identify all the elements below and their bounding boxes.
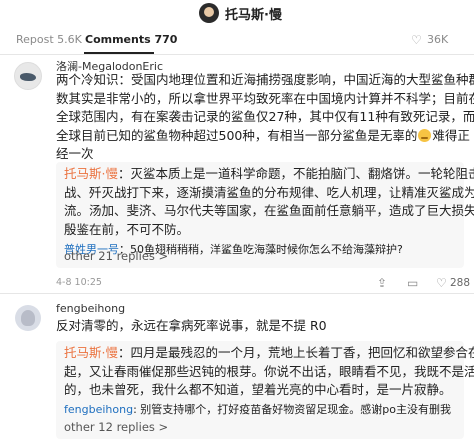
comment-username[interactable]: fengbeihong [56, 302, 125, 315]
more-replies-link[interactable]: other 12 replies > [64, 420, 168, 434]
like-count: 288 [450, 277, 471, 289]
emoji-icon [418, 128, 432, 142]
top-bar: 托马斯·慢 [0, 0, 474, 28]
tab-bar: Repost 5.6K Comments 770 ♡ 36K [0, 28, 474, 55]
comment-date: 4-8 10:25 [56, 277, 102, 288]
reply-line: fengbeihong: 别管支持哪个，打好疫苗备好物资留足现金。感谢po主没有… [64, 403, 451, 416]
tab-comments[interactable]: Comments 770 [85, 33, 177, 46]
comment-icon[interactable]: ▭ [407, 277, 418, 289]
divider [0, 293, 474, 294]
comment-body: 反对清零的，永远在拿病死率说事，就是不提 R0 [56, 318, 327, 333]
comment-meta: 4-8 10:25 ⇪ ▭ ♡ 288 [56, 277, 470, 291]
tab-likes[interactable]: 36K [427, 33, 448, 46]
reply-text: 托马斯·慢：灭鲨本质上是一道科学命题，不能拍脑门、翻烙饼。一轮轮阻击 战、歼灭战… [64, 166, 474, 237]
active-tab-indicator [84, 52, 154, 54]
tab-repost[interactable]: Repost 5.6K [16, 33, 82, 46]
like-icon: ♡ [411, 33, 422, 47]
reply-author[interactable]: 托马斯·慢 [64, 345, 118, 360]
avatar[interactable] [15, 305, 41, 331]
like-icon[interactable]: ♡ [436, 277, 447, 289]
header-avatar[interactable] [199, 3, 219, 23]
header-title[interactable]: 托马斯·慢 [225, 4, 282, 23]
reply-author[interactable]: fengbeihong [64, 403, 133, 416]
share-icon[interactable]: ⇪ [377, 277, 387, 289]
reply-text: 托马斯·慢：四月是最残忍的一个月，荒地上长着丁香，把回忆和欲望参合在一 起，又让… [64, 345, 474, 397]
more-replies-link[interactable]: other 21 replies > [64, 249, 168, 263]
reply-author[interactable]: 托马斯·慢 [64, 166, 118, 181]
comment-body: 两个冷知识：受国内地理位置和近海捕捞强度影响，中国近海的大型鲨鱼种群 数其实是非… [56, 72, 474, 161]
avatar[interactable] [14, 62, 42, 90]
